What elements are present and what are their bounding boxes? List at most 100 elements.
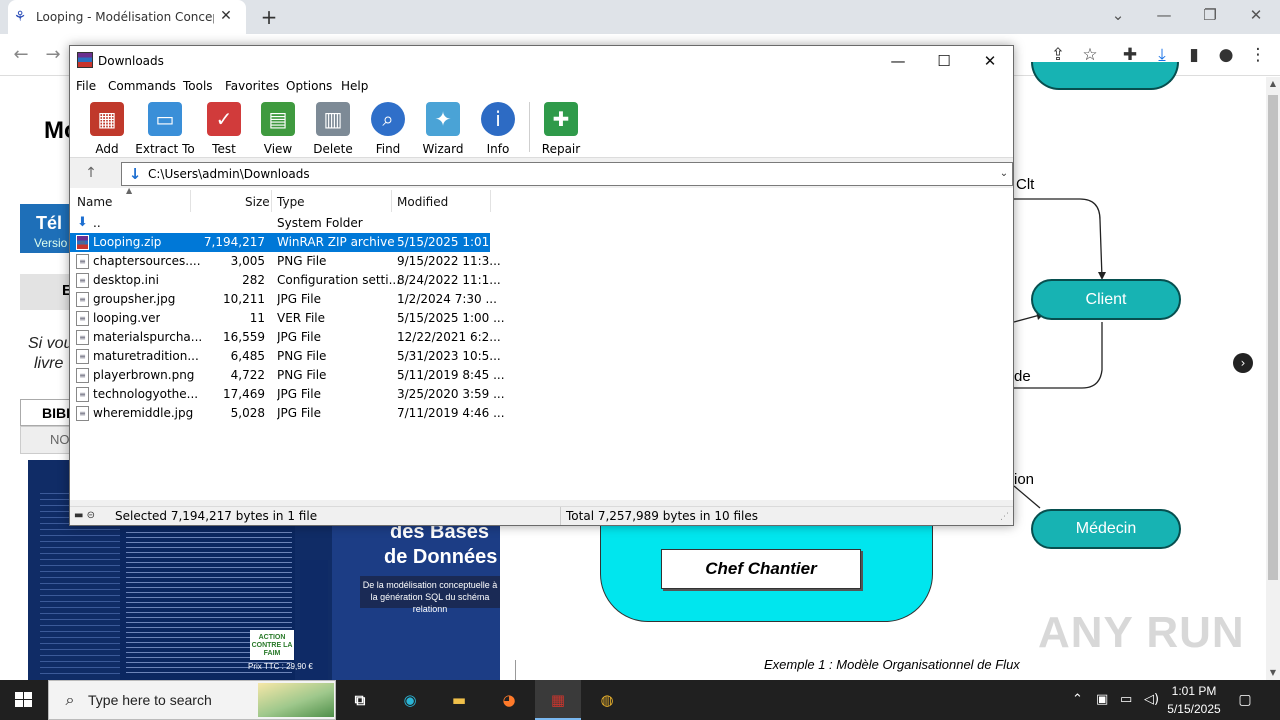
address-path[interactable]: C:\Users\admin\Downloads bbox=[148, 166, 310, 182]
file-icon: ≡ bbox=[76, 349, 89, 364]
add-button[interactable]: ▦ Add bbox=[77, 100, 137, 156]
delete-button-label: Delete bbox=[313, 142, 353, 156]
info-button[interactable]: i Info bbox=[468, 100, 528, 156]
firefox-taskbar-button[interactable]: ◕ bbox=[485, 680, 533, 720]
file-row[interactable]: ≡ looping.ver 11 VER File 5/15/2025 1:00 ... bbox=[70, 309, 505, 328]
view-button[interactable]: ▤ View bbox=[248, 100, 308, 156]
repair-button[interactable]: ✚ Repair bbox=[531, 100, 591, 156]
file-icon: ≡ bbox=[76, 406, 89, 421]
menu-commands[interactable]: Commands bbox=[108, 78, 176, 94]
edge-taskbar-button[interactable]: ◉ bbox=[386, 680, 434, 720]
delete-button[interactable]: ▥ Delete bbox=[303, 100, 363, 156]
file-size: 16,559 bbox=[223, 330, 265, 344]
file-modified: 12/22/2021 6:2... bbox=[397, 330, 501, 344]
column-header-name[interactable]: Name bbox=[77, 195, 112, 209]
file-row[interactable]: ≡ wheremiddle.jpg 5,028 JPG File 7/11/2019 4… bbox=[70, 404, 505, 423]
status-total: Total 7,257,989 bytes in 10 files bbox=[566, 509, 758, 523]
explorer-taskbar-button[interactable]: ▬ bbox=[435, 680, 483, 720]
add-button-label: Add bbox=[95, 142, 119, 156]
file-row[interactable]: ≡ playerbrown.png 4,722 PNG File 5/11/2019 8… bbox=[70, 366, 505, 385]
chrome-icon: ◍ bbox=[600, 691, 614, 709]
flow-label-ion: ion bbox=[1014, 471, 1035, 488]
menu-options[interactable]: Options bbox=[286, 78, 332, 94]
file-name: looping.ver bbox=[93, 311, 161, 325]
repair-kit-icon: ✚ bbox=[544, 102, 578, 136]
file-row[interactable]: ≡ materialspurcha... 16,559 JPG File 12/22/2… bbox=[70, 328, 501, 347]
column-divider-size[interactable] bbox=[271, 190, 272, 212]
network-icon[interactable]: ▭ bbox=[1120, 680, 1132, 720]
file-row[interactable]: ≡ Looping.zip 7,194,217 WinRAR ZIP archive 5… bbox=[70, 233, 505, 252]
parent-folder-arrow-icon: ⬇ bbox=[77, 215, 88, 230]
extract-folder-icon: ▭ bbox=[148, 102, 182, 136]
winrar-taskbar-icon-wrap[interactable]: ▦ bbox=[534, 680, 582, 720]
file-size: 10,211 bbox=[223, 292, 265, 306]
task-view-button[interactable]: ⧉ bbox=[336, 680, 384, 720]
scroll-up-arrow-icon[interactable]: ▲ bbox=[1266, 77, 1280, 91]
actor-chef-chantier: Chef Chantier bbox=[661, 549, 861, 589]
view-button-label: View bbox=[263, 142, 293, 156]
file-row[interactable]: ≡ chaptersources.... 3,005 PNG File 9/15/202… bbox=[70, 252, 501, 271]
winrar-titlebar[interactable] bbox=[70, 46, 1013, 76]
file-modified: 5/15/2025 1:00 ... bbox=[397, 311, 505, 325]
menu-file[interactable]: File bbox=[76, 78, 96, 94]
winrar-maximize-button[interactable]: ☐ bbox=[921, 46, 967, 76]
column-header-modified[interactable]: Modified bbox=[397, 195, 448, 209]
wizard-button-label: Wizard bbox=[422, 142, 464, 156]
test-button-label: Test bbox=[212, 142, 236, 156]
scroll-down-arrow-icon[interactable]: ▼ bbox=[1266, 666, 1280, 680]
resize-grip-icon[interactable]: ⋰ bbox=[1000, 512, 1009, 522]
menu-favorites[interactable]: Favorites bbox=[225, 78, 279, 94]
file-type: PNG File bbox=[277, 349, 327, 363]
test-button[interactable]: ✓ Test bbox=[194, 100, 254, 156]
column-header-size[interactable]: Size bbox=[245, 195, 270, 209]
column-divider-modified[interactable] bbox=[490, 190, 491, 212]
file-row[interactable]: ≡ maturetradition... 6,485 PNG File 5/31/202… bbox=[70, 347, 501, 366]
next-slide-arrow-icon[interactable]: › bbox=[1233, 353, 1253, 373]
file-name: playerbrown.png bbox=[93, 368, 195, 382]
start-button[interactable] bbox=[0, 680, 48, 720]
file-icon: ≡ bbox=[76, 292, 89, 307]
wizard-button[interactable]: ✦ Wizard bbox=[413, 100, 473, 156]
system-tray[interactable]: ⌃ ▣ ▭ ◁) bbox=[1066, 680, 1164, 720]
file-row[interactable]: ⬇.. System Folder bbox=[70, 214, 490, 233]
file-size: 5,028 bbox=[230, 406, 265, 420]
file-size: 11 bbox=[249, 311, 265, 325]
winrar-close-button[interactable]: ✕ bbox=[967, 46, 1013, 76]
file-icon: ≡ bbox=[76, 387, 89, 402]
column-divider-name[interactable] bbox=[190, 190, 191, 212]
column-divider-type[interactable] bbox=[391, 190, 392, 212]
notification-icon[interactable]: ▢ bbox=[1232, 688, 1258, 712]
column-header-type[interactable]: Type bbox=[277, 195, 305, 209]
tray-device-icon[interactable]: ▣ bbox=[1096, 680, 1108, 720]
file-modified: 8/24/2022 11:1... bbox=[397, 273, 501, 287]
file-row[interactable]: ≡ groupsher.jpg 10,211 JPG File 1/2/2024 7:3… bbox=[70, 290, 497, 309]
address-dropdown-chevron-icon[interactable]: ⌄ bbox=[996, 165, 1012, 183]
file-row[interactable]: ≡ desktop.ini 282 Configuration setti... 8/2… bbox=[70, 271, 501, 290]
file-modified: 1/2/2024 7:30 ... bbox=[397, 292, 497, 306]
file-name: technologyothe... bbox=[93, 387, 199, 401]
clock-time[interactable]: 1:01 PM bbox=[1162, 683, 1226, 699]
status-selection: Selected 7,194,217 bytes in 1 file bbox=[115, 509, 318, 523]
volume-icon[interactable]: ◁) bbox=[1144, 680, 1159, 720]
winrar-minimize-button[interactable]: — bbox=[875, 46, 921, 76]
info-button-label: Info bbox=[486, 142, 510, 156]
chrome-taskbar-button[interactable]: ◍ bbox=[583, 680, 631, 720]
menu-tools[interactable]: Tools bbox=[183, 78, 213, 94]
extract-to-button[interactable]: ▭ Extract To bbox=[135, 100, 195, 156]
file-explorer-icon: ▬ bbox=[451, 691, 467, 709]
delete-trash-icon: ▥ bbox=[316, 102, 350, 136]
test-checklist-icon: ✓ bbox=[207, 102, 241, 136]
page-scrollbar-thumb[interactable] bbox=[1268, 95, 1278, 580]
file-type: WinRAR ZIP archive bbox=[277, 235, 395, 249]
file-row[interactable]: ≡ technologyothe... 17,469 JPG File 3/25/202… bbox=[70, 385, 505, 404]
clock-date[interactable]: 5/15/2025 bbox=[1162, 701, 1226, 717]
file-modified: 3/25/2020 3:59 ... bbox=[397, 387, 505, 401]
drive-status-icon: ▬ ⊝ bbox=[74, 510, 96, 521]
up-folder-arrow-icon[interactable]: ↑ bbox=[80, 162, 102, 184]
find-button[interactable]: ⌕ Find bbox=[358, 100, 418, 156]
tray-overflow-chevron-icon[interactable]: ⌃ bbox=[1072, 680, 1083, 720]
menu-help[interactable]: Help bbox=[341, 78, 368, 94]
file-name: desktop.ini bbox=[93, 273, 159, 287]
file-icon: ≡ bbox=[76, 235, 89, 250]
actor-medecin: Médecin bbox=[1031, 509, 1181, 549]
